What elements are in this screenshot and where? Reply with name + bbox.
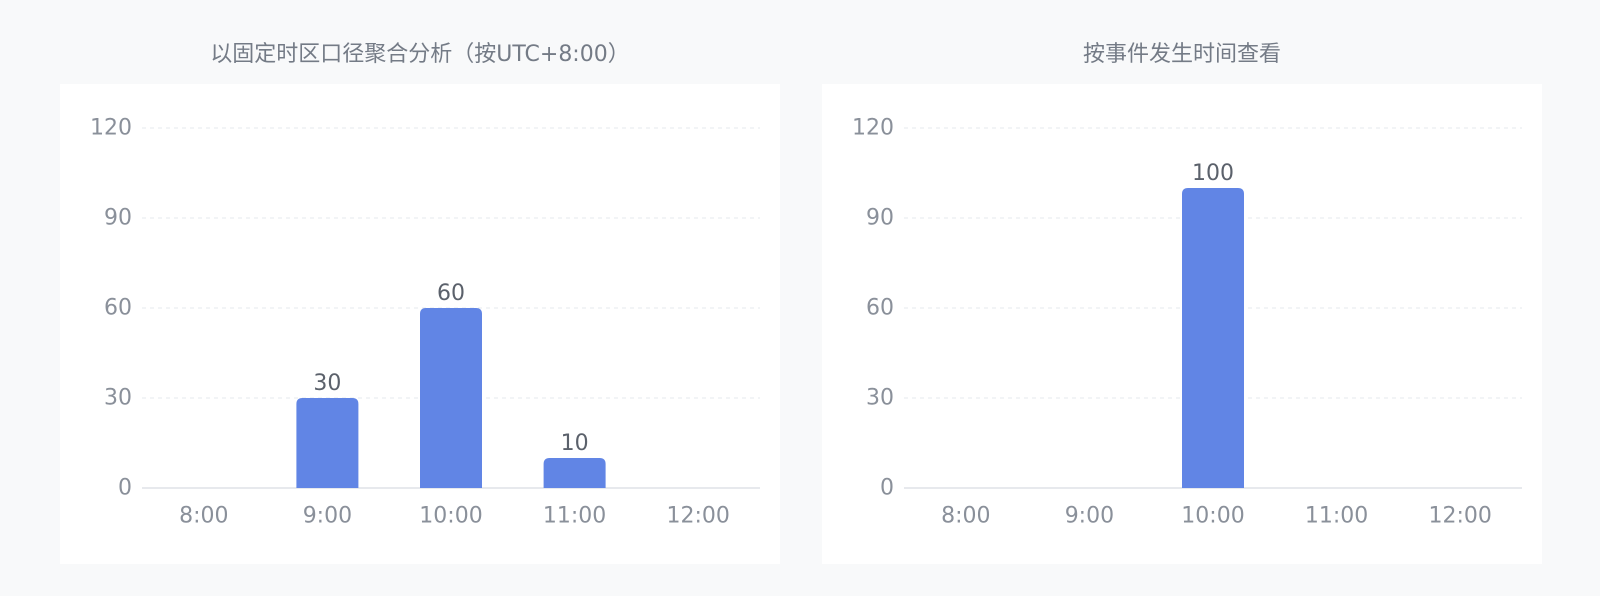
x-tick-label: 9:00 [1065, 504, 1114, 529]
data-label: 100 [1192, 161, 1234, 186]
bar-chart-fixed-timezone: 0 30 60 90 120 8:00 30 9:00 60 10:00 10 11:00 12:00 [90, 116, 760, 529]
bar-11-00[interactable] [543, 458, 606, 488]
y-tick-label: 90 [866, 206, 894, 231]
x-tick-label: 8:00 [179, 504, 228, 529]
x-tick-label: 11:00 [543, 504, 606, 529]
y-tick-label: 30 [104, 386, 132, 411]
x-tick-label: 10:00 [1181, 504, 1244, 529]
y-tick-label: 60 [866, 296, 894, 321]
x-tick-label: 12:00 [666, 504, 729, 529]
data-label: 30 [313, 371, 341, 396]
chart-title-fixed-timezone: 以固定时区口径聚合分析（按UTC+8:00） [210, 42, 630, 67]
bar-9-00[interactable] [296, 398, 359, 488]
y-tick-label: 0 [880, 476, 894, 501]
x-tick-label: 10:00 [419, 504, 482, 529]
bar-chart-event-time: 0 30 60 90 120 8:00 9:00 100 10:00 11:00 12:00 [852, 116, 1522, 529]
x-tick-label: 11:00 [1305, 504, 1368, 529]
bar-10-00[interactable] [1182, 188, 1244, 488]
chart-title-event-time: 按事件发生时间查看 [1082, 42, 1281, 67]
x-tick-label: 9:00 [303, 504, 352, 529]
y-tick-label: 30 [866, 386, 894, 411]
chart-panel-fixed-timezone: 0 30 60 90 120 8:00 30 9:00 60 10:00 10 11:00 12:00 [60, 84, 780, 564]
y-tick-label: 60 [104, 296, 132, 321]
data-label: 60 [437, 281, 465, 306]
y-tick-label: 120 [852, 116, 894, 141]
y-tick-label: 120 [90, 116, 132, 141]
bar-10-00[interactable] [420, 308, 482, 488]
x-tick-label: 12:00 [1428, 504, 1491, 529]
y-tick-label: 90 [104, 206, 132, 231]
x-tick-label: 8:00 [941, 504, 990, 529]
chart-panel-event-time: 0 30 60 90 120 8:00 9:00 100 10:00 11:00 12:00 [822, 84, 1542, 564]
data-label: 10 [561, 431, 589, 456]
y-tick-label: 0 [118, 476, 132, 501]
